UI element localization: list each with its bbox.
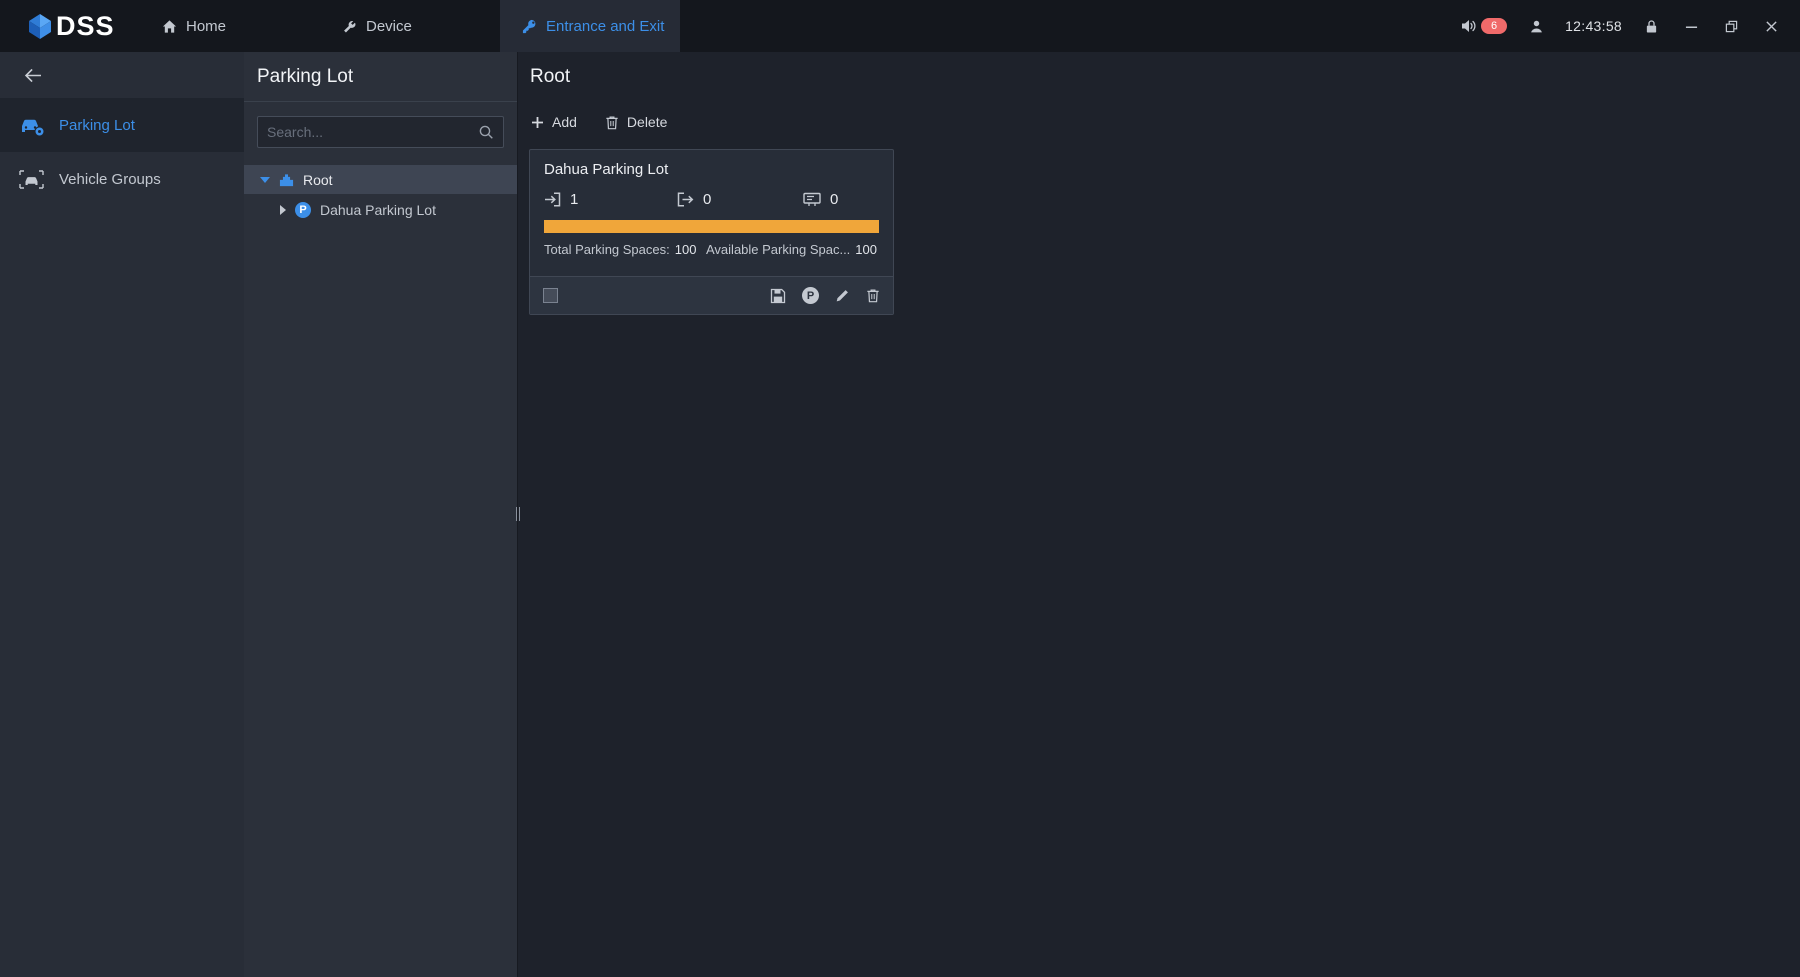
lock-icon xyxy=(1645,19,1658,34)
lock-button[interactable] xyxy=(1640,15,1662,37)
tab-entrance-exit[interactable]: Entrance and Exit xyxy=(500,0,680,52)
sidebar-item-vehicle-groups[interactable]: Vehicle Groups xyxy=(0,152,244,206)
sidebar-item-vehicle-groups-label: Vehicle Groups xyxy=(59,171,161,188)
save-icon[interactable] xyxy=(770,288,786,304)
app-logo-text: DSS xyxy=(56,11,115,42)
exit-count: 0 xyxy=(703,191,711,208)
speaker-icon xyxy=(1460,18,1478,34)
home-icon xyxy=(162,19,177,34)
page-title: Root xyxy=(530,66,570,88)
building-icon xyxy=(279,173,294,187)
delete-card-icon[interactable] xyxy=(866,288,880,303)
card-footer: P xyxy=(530,276,893,314)
tree-panel: Parking Lot Root P Dahua Parking Lot xyxy=(244,52,518,977)
edit-icon[interactable] xyxy=(835,288,850,303)
dss-logo-icon xyxy=(28,13,52,40)
total-spaces-label: Total Parking Spaces: xyxy=(544,242,670,257)
total-spaces-value: 100 xyxy=(675,242,697,257)
exit-stat: 0 xyxy=(677,191,803,208)
close-button[interactable] xyxy=(1760,15,1782,37)
entrance-icon xyxy=(544,192,561,207)
occupancy-bar xyxy=(544,220,879,233)
parking-p-icon: P xyxy=(295,202,311,218)
available-spaces: Available Parking Spac... 100 xyxy=(706,242,877,257)
parking-lot-card[interactable]: Dahua Parking Lot 1 0 0 xyxy=(529,149,894,315)
key-icon xyxy=(522,19,537,34)
tab-home-label: Home xyxy=(186,18,226,35)
vehicle-groups-icon xyxy=(18,169,45,190)
restore-icon xyxy=(1725,20,1738,33)
user-button[interactable] xyxy=(1525,15,1547,37)
minimize-icon xyxy=(1685,20,1698,33)
tab-home[interactable]: Home xyxy=(140,0,320,52)
parking-lot-icon xyxy=(18,114,45,137)
tree-panel-title: Parking Lot xyxy=(257,66,353,88)
user-icon xyxy=(1529,19,1544,34)
exit-icon xyxy=(677,192,694,207)
tree-node-root-label: Root xyxy=(303,172,333,188)
parking-lot-tree: Root P Dahua Parking Lot xyxy=(244,165,517,225)
screen-stat: 0 xyxy=(803,191,838,208)
available-spaces-label: Available Parking Spac... xyxy=(706,242,850,257)
toolbar: Add Delete xyxy=(518,102,1800,142)
close-icon xyxy=(1765,20,1778,33)
clock: 12:43:58 xyxy=(1565,18,1622,34)
entrance-count: 1 xyxy=(570,191,578,208)
tab-entrance-exit-label: Entrance and Exit xyxy=(546,18,664,35)
back-button[interactable] xyxy=(24,68,43,83)
tree-node-root[interactable]: Root xyxy=(244,165,517,194)
card-title: Dahua Parking Lot xyxy=(530,150,893,178)
parking-space-icon[interactable]: P xyxy=(802,287,819,304)
add-button[interactable]: Add xyxy=(531,114,577,130)
delete-button[interactable]: Delete xyxy=(605,114,667,130)
search-input[interactable] xyxy=(267,124,478,140)
trash-icon xyxy=(605,115,619,130)
splitter-grip-icon xyxy=(516,507,520,521)
app-logo: DSS xyxy=(0,11,140,42)
select-checkbox[interactable] xyxy=(543,288,558,303)
alarm-center-button[interactable]: 6 xyxy=(1460,18,1507,34)
topbar-right: 6 12:43:58 xyxy=(1460,15,1800,37)
add-button-label: Add xyxy=(552,114,577,130)
topbar: DSS Home Device Entrance and Exit 6 xyxy=(0,0,1800,52)
total-spaces: Total Parking Spaces: 100 xyxy=(544,242,696,257)
tab-bar: Home Device Entrance and Exit xyxy=(140,0,680,52)
alarm-count-badge: 6 xyxy=(1481,18,1507,34)
tree-node-dahua-parking-lot[interactable]: P Dahua Parking Lot xyxy=(244,194,517,225)
tree-node-dahua-parking-lot-label: Dahua Parking Lot xyxy=(320,202,436,218)
screen-count: 0 xyxy=(830,191,838,208)
delete-button-label: Delete xyxy=(627,114,667,130)
card-stats: 1 0 0 xyxy=(530,178,893,208)
chevron-right-icon[interactable] xyxy=(280,205,286,215)
sidebar-item-parking-lot[interactable]: Parking Lot xyxy=(0,98,244,152)
space-labels: Total Parking Spaces: 100 Available Park… xyxy=(530,233,893,257)
tab-device-label: Device xyxy=(366,18,412,35)
search-box xyxy=(257,116,504,148)
minimize-button[interactable] xyxy=(1680,15,1702,37)
entrance-stat: 1 xyxy=(544,191,677,208)
tab-device[interactable]: Device xyxy=(320,0,500,52)
chevron-down-icon[interactable] xyxy=(260,177,270,183)
plus-icon xyxy=(531,116,544,129)
available-spaces-value: 100 xyxy=(855,242,877,257)
search-icon[interactable] xyxy=(478,124,494,140)
main-content: Root Add Delete Dahua Parking Lot 1 xyxy=(518,52,1800,977)
sidebar-item-parking-lot-label: Parking Lot xyxy=(59,117,135,134)
led-screen-icon xyxy=(803,192,821,207)
panel-splitter[interactable] xyxy=(513,502,522,526)
wrench-icon xyxy=(342,19,357,34)
sidebar: Parking Lot Vehicle Groups xyxy=(0,52,244,977)
restore-button[interactable] xyxy=(1720,15,1742,37)
